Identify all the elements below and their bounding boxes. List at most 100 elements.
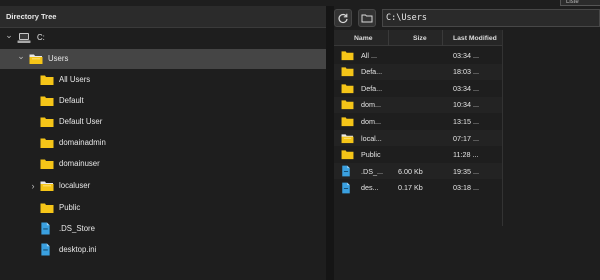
tree-item-icon	[17, 32, 31, 46]
tree-item-icon	[29, 53, 43, 67]
file-icon	[41, 243, 50, 256]
cell-last-modified: 03:34 ...	[453, 50, 479, 60]
table-row[interactable]: dom... 13:15 ...	[334, 113, 502, 129]
folder-icon	[341, 100, 354, 110]
file-table: Name Size Last Modified All ... 03:34 ...…	[334, 30, 600, 280]
cell-size: 0.17 Kb	[398, 183, 423, 193]
tree-item-label: Default	[59, 96, 84, 105]
tree-item[interactable]: desktop.ini	[0, 240, 326, 260]
pane-splitter[interactable]	[326, 6, 334, 280]
tree-item[interactable]: All Users	[0, 70, 326, 90]
cell-size: 6.00 Kb	[398, 166, 423, 176]
table-row[interactable]: Public 11:28 ...	[334, 147, 502, 163]
tree-item-label: localuser	[59, 181, 91, 190]
tree-item-label: Users	[48, 54, 69, 63]
tree-item[interactable]: › localuser	[0, 176, 326, 196]
row-icon	[341, 97, 354, 113]
table-row[interactable]: Defa... 18:03 ...	[334, 63, 502, 80]
folder-icon	[40, 203, 54, 213]
folder-icon	[341, 67, 354, 77]
chevron-down-icon[interactable]: ⌄	[17, 51, 25, 61]
row-icon	[341, 180, 351, 196]
tree-item-icon	[40, 95, 54, 109]
tree-item[interactable]: ⌄ C:	[0, 28, 326, 48]
drive-icon	[17, 33, 31, 43]
cell-last-modified: 07:17 ...	[453, 133, 479, 143]
table-row[interactable]: All ... 03:34 ...	[334, 47, 502, 63]
cell-name: local...	[361, 133, 382, 143]
cell-last-modified: 10:34 ...	[453, 100, 479, 110]
tree-item[interactable]: Public	[0, 198, 326, 218]
column-last-modified[interactable]: Last Modified	[442, 30, 502, 46]
cell-name: Defa...	[361, 67, 383, 77]
path-input[interactable]: C:\Users	[382, 9, 600, 27]
refresh-icon	[338, 13, 348, 24]
cell-last-modified: 03:34 ...	[453, 83, 479, 93]
tree-item-icon	[40, 158, 54, 172]
tree-item[interactable]: ⌄ Users	[0, 49, 326, 69]
table-row[interactable]: des... 0.17 Kb 03:18 ...	[334, 180, 502, 196]
row-icon	[341, 80, 354, 96]
tree-item-label: .DS_Store	[59, 224, 95, 233]
cell-last-modified: 19:35 ...	[453, 166, 479, 176]
tree-item[interactable]: domainuser	[0, 154, 326, 174]
folder-open-icon	[29, 54, 43, 64]
tree-item-icon	[40, 243, 51, 258]
toolbar: C:\Users	[334, 6, 600, 30]
tree-item[interactable]: Default	[0, 91, 326, 111]
column-name[interactable]: Name	[334, 30, 388, 46]
file-list-panel: C:\Users Name Size Last Modified All ...…	[334, 6, 600, 280]
table-row[interactable]: .DS_... 6.00 Kb 19:35 ...	[334, 163, 502, 180]
folder-icon	[341, 150, 354, 160]
folder-icon	[341, 117, 354, 126]
chevron-down-icon[interactable]: ⌄	[5, 30, 13, 40]
tree-item-icon	[40, 74, 54, 88]
row-icon	[341, 147, 354, 163]
tree-item[interactable]: domainadmin	[0, 133, 326, 153]
row-icon	[341, 130, 354, 146]
chevron-right-icon[interactable]: ›	[29, 181, 37, 191]
table-row[interactable]: local... 07:17 ...	[334, 130, 502, 146]
tree-item-icon	[40, 202, 54, 216]
tree-item-icon	[40, 116, 54, 130]
tree-item-label: C:	[37, 33, 45, 42]
tree-item-label: domainuser	[59, 159, 100, 168]
cell-name: Defa...	[361, 83, 383, 93]
file-icon	[342, 165, 350, 177]
folder-icon	[40, 117, 54, 127]
cell-last-modified: 18:03 ...	[453, 67, 479, 77]
column-divider	[502, 30, 503, 226]
table-row[interactable]: Defa... 03:34 ...	[334, 80, 502, 96]
tree-item[interactable]: Default User	[0, 112, 326, 132]
folder-icon	[40, 138, 54, 148]
folder-button[interactable]	[358, 9, 376, 27]
cell-name: dom...	[361, 116, 381, 126]
folder-icon	[40, 96, 54, 106]
tree-item[interactable]: .DS_Store	[0, 219, 326, 239]
tree-item-label: Public	[59, 203, 81, 212]
cell-name: des...	[361, 183, 379, 193]
folder-icon	[361, 14, 373, 23]
cell-last-modified: 03:18 ...	[453, 183, 479, 193]
table-row[interactable]: dom... 10:34 ...	[334, 96, 502, 113]
row-icon	[341, 47, 354, 63]
file-icon	[342, 182, 350, 194]
row-icon	[341, 113, 354, 129]
table-header: Name Size Last Modified	[334, 30, 502, 46]
folder-open-icon	[341, 133, 354, 143]
column-size[interactable]: Size	[388, 30, 442, 46]
row-icon	[341, 64, 354, 80]
folder-icon	[40, 159, 54, 169]
cell-name: Public	[361, 150, 381, 160]
tree-item-label: domainadmin	[59, 138, 106, 147]
folder-icon	[341, 84, 354, 93]
panel-title: Directory Tree	[0, 6, 326, 28]
refresh-button[interactable]	[334, 9, 352, 27]
file-icon	[41, 222, 50, 235]
tree-item-label: All Users	[59, 75, 91, 84]
folder-icon	[40, 75, 54, 85]
cell-name: .DS_...	[361, 166, 383, 176]
cell-last-modified: 11:28 ...	[453, 150, 479, 160]
tree-item-icon	[40, 180, 54, 194]
folder-icon	[341, 50, 354, 60]
